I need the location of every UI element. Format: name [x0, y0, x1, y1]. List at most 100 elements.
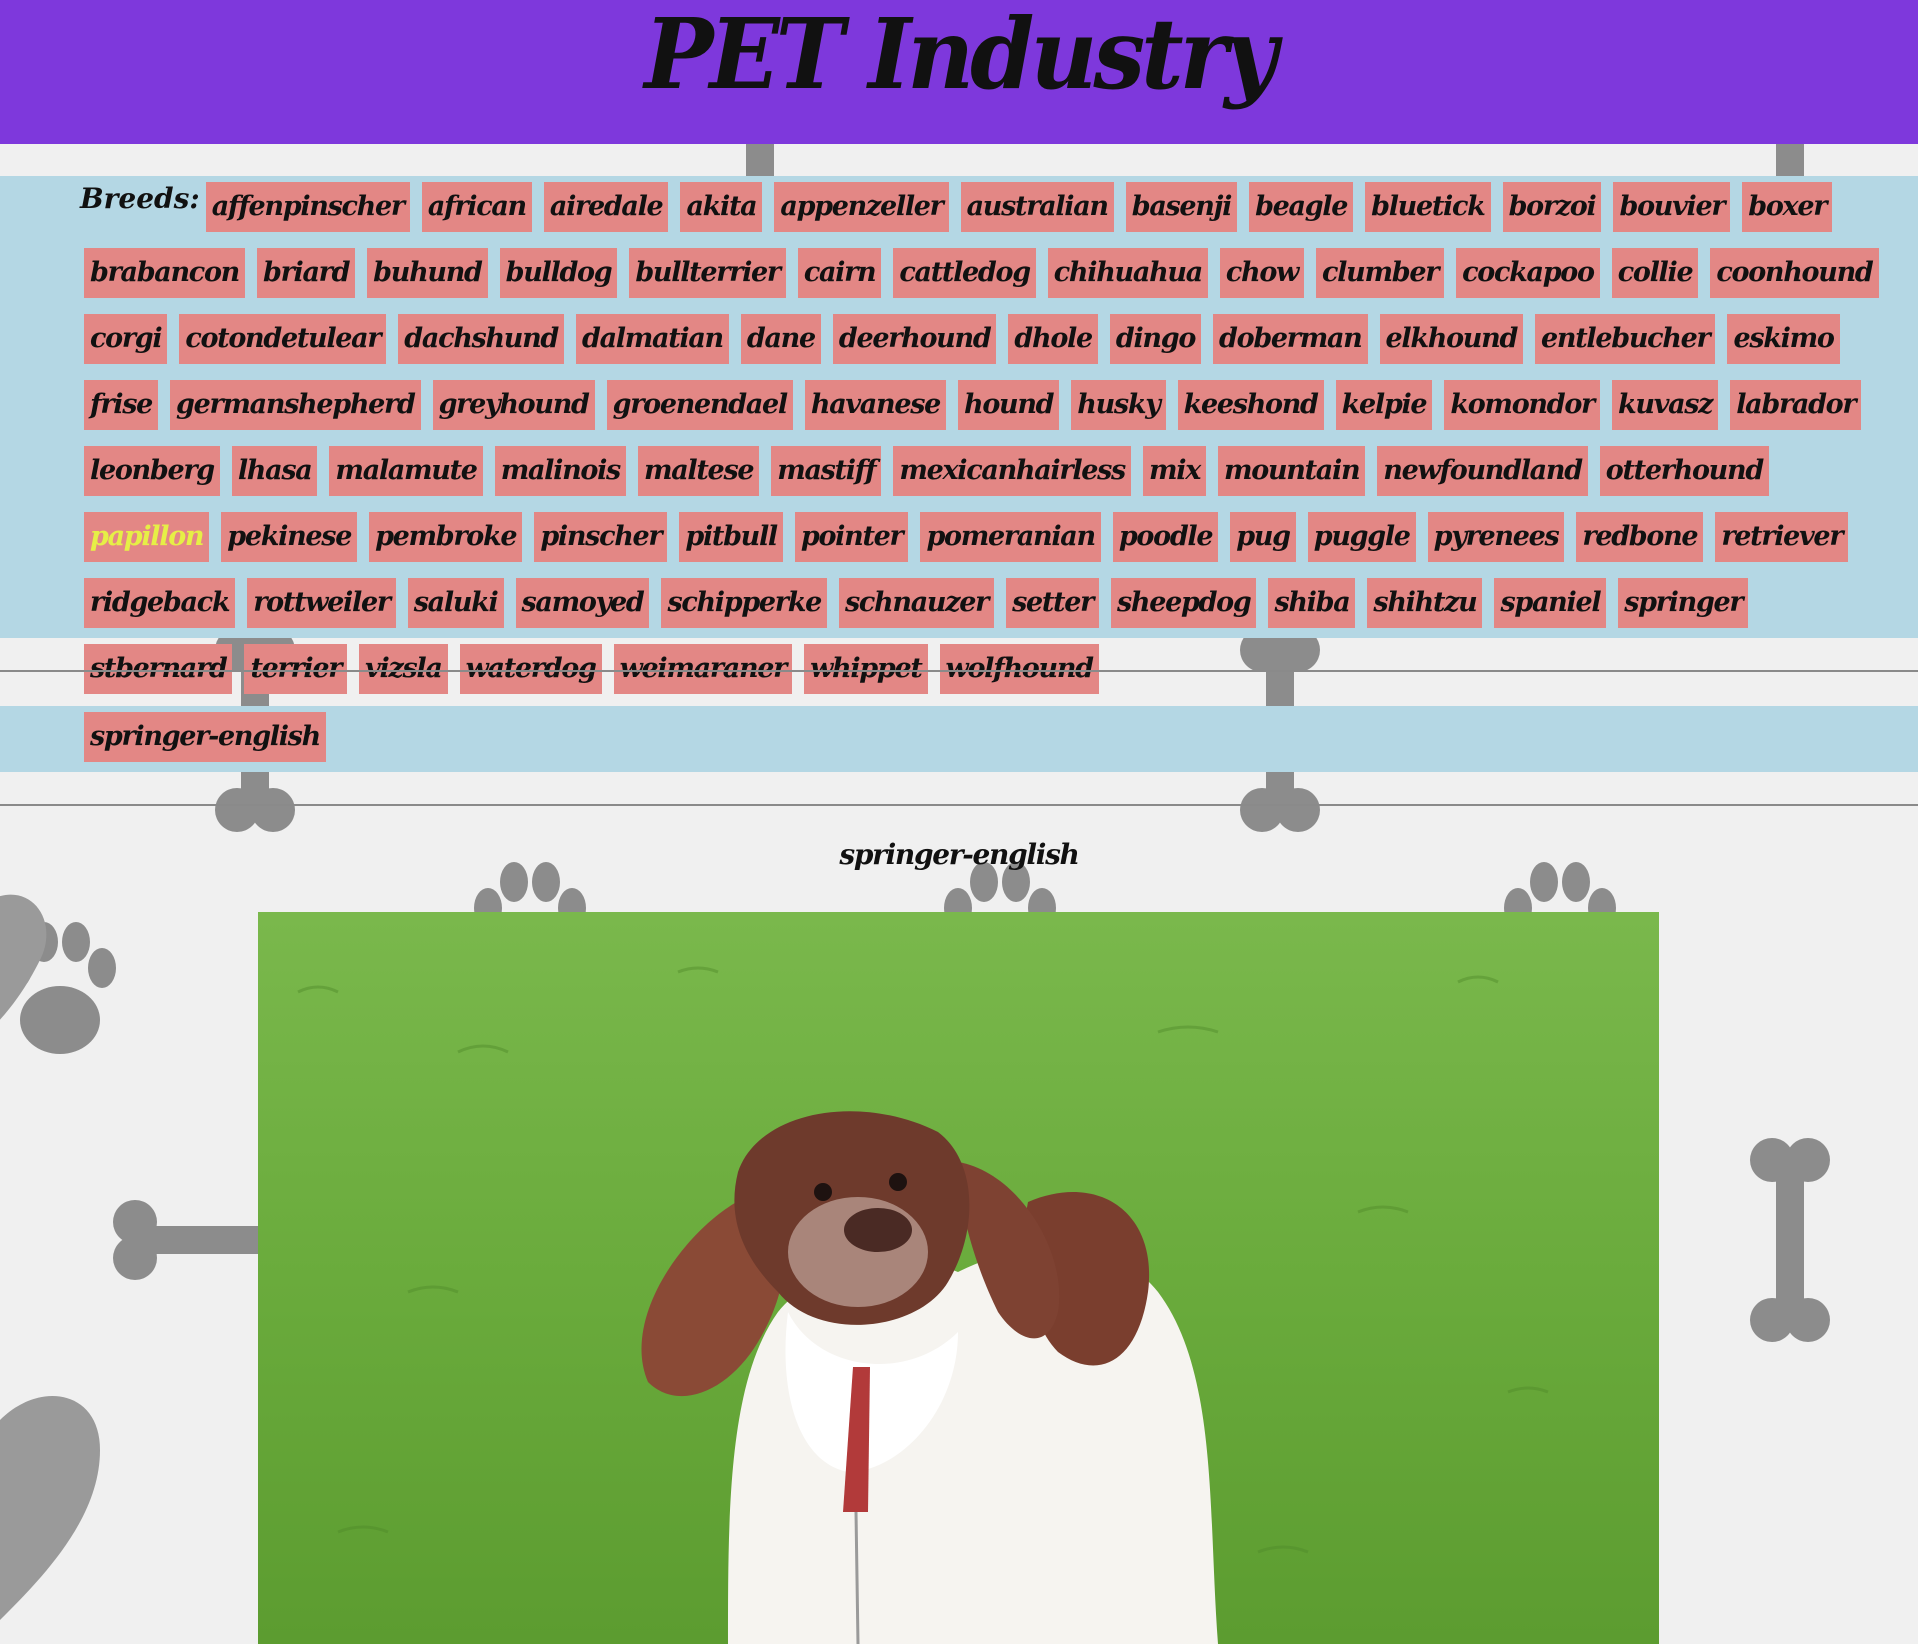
- breed-chip-akita[interactable]: akita: [680, 182, 763, 232]
- breed-chip-bluetick[interactable]: bluetick: [1365, 182, 1491, 232]
- breed-chip-keeshond[interactable]: keeshond: [1177, 380, 1324, 430]
- breed-chip-havanese[interactable]: havanese: [804, 380, 946, 430]
- breed-chip-pembroke[interactable]: pembroke: [369, 512, 523, 562]
- breed-chip-bouvier[interactable]: bouvier: [1613, 182, 1731, 232]
- breed-chip-chihuahua[interactable]: chihuahua: [1047, 248, 1208, 298]
- breed-chip-shiba[interactable]: shiba: [1268, 578, 1356, 628]
- breed-list: Breeds: affenpinscher african airedale akit…: [80, 182, 1894, 710]
- breed-chip-bullterrier[interactable]: bullterrier: [629, 248, 786, 298]
- breed-chip-pinscher[interactable]: pinscher: [534, 512, 668, 562]
- divider: [0, 670, 1918, 672]
- breeds-panel: Breeds: affenpinscher african airedale akit…: [0, 176, 1918, 694]
- breed-chip-groenendael[interactable]: groenendael: [606, 380, 793, 430]
- breed-chip-kelpie[interactable]: kelpie: [1335, 380, 1433, 430]
- breed-chip-cattledog[interactable]: cattledog: [893, 248, 1036, 298]
- breed-chip-dhole[interactable]: dhole: [1008, 314, 1098, 364]
- breed-chip-chow[interactable]: chow: [1219, 248, 1305, 298]
- breed-chip-maltese[interactable]: maltese: [637, 446, 760, 496]
- breed-chip-collie[interactable]: collie: [1611, 248, 1699, 298]
- breed-chip-vizsla[interactable]: vizsla: [359, 644, 448, 694]
- breed-chip-borzoi[interactable]: borzoi: [1502, 182, 1602, 232]
- breed-chip-frise[interactable]: frise: [84, 380, 158, 430]
- breed-chip-doberman[interactable]: doberman: [1213, 314, 1368, 364]
- breed-chip-deerhound[interactable]: deerhound: [832, 314, 997, 364]
- breed-chip-brabancon[interactable]: brabancon: [84, 248, 245, 298]
- breed-chip-springer[interactable]: springer: [1618, 578, 1749, 628]
- breed-chip-basenji[interactable]: basenji: [1125, 182, 1238, 232]
- breed-chip-hound[interactable]: hound: [957, 380, 1060, 430]
- breed-chip-rottweiler[interactable]: rottweiler: [247, 578, 396, 628]
- breed-chip-elkhound[interactable]: elkhound: [1379, 314, 1524, 364]
- breed-chip-waterdog[interactable]: waterdog: [459, 644, 602, 694]
- breed-chip-schnauzer[interactable]: schnauzer: [839, 578, 995, 628]
- sub-breed-chip-springer-english[interactable]: springer-english: [84, 712, 326, 762]
- breed-chip-stbernard[interactable]: stbernard: [84, 644, 233, 694]
- breed-chip-newfoundland[interactable]: newfoundland: [1377, 446, 1588, 496]
- breed-chip-lhasa[interactable]: lhasa: [231, 446, 318, 496]
- dog-photo: [258, 912, 1659, 1644]
- breed-chip-entlebucher[interactable]: entlebucher: [1535, 314, 1716, 364]
- breed-chip-mountain[interactable]: mountain: [1218, 446, 1366, 496]
- breed-chip-coonhound[interactable]: coonhound: [1710, 248, 1879, 298]
- divider: [0, 804, 1918, 806]
- breed-chip-dachshund[interactable]: dachshund: [398, 314, 565, 364]
- breed-chip-dalmatian[interactable]: dalmatian: [576, 314, 729, 364]
- breed-chip-eskimo[interactable]: eskimo: [1727, 314, 1840, 364]
- breed-chip-setter[interactable]: setter: [1006, 578, 1100, 628]
- breed-chip-germanshepherd[interactable]: germanshepherd: [169, 380, 421, 430]
- breed-chip-poodle[interactable]: poodle: [1112, 512, 1219, 562]
- breed-chip-pitbull[interactable]: pitbull: [679, 512, 783, 562]
- breed-chip-beagle[interactable]: beagle: [1249, 182, 1354, 232]
- breed-chip-bulldog[interactable]: bulldog: [499, 248, 618, 298]
- breed-chip-cairn[interactable]: cairn: [797, 248, 882, 298]
- breed-chip-malamute[interactable]: malamute: [329, 446, 483, 496]
- breed-chip-mastiff[interactable]: mastiff: [771, 446, 882, 496]
- breed-chip-buhund[interactable]: buhund: [367, 248, 488, 298]
- breed-chip-terrier[interactable]: terrier: [244, 644, 348, 694]
- breed-chip-papillon[interactable]: papillon: [84, 512, 210, 562]
- breed-chip-schipperke[interactable]: schipperke: [661, 578, 828, 628]
- breed-chip-komondor[interactable]: komondor: [1444, 380, 1600, 430]
- breed-chip-shihtzu[interactable]: shihtzu: [1367, 578, 1483, 628]
- breed-chip-leonberg[interactable]: leonberg: [84, 446, 220, 496]
- breed-chip-malinois[interactable]: malinois: [494, 446, 626, 496]
- breed-chip-greyhound[interactable]: greyhound: [432, 380, 595, 430]
- breed-chip-weimaraner[interactable]: weimaraner: [613, 644, 793, 694]
- breed-chip-wolfhound[interactable]: wolfhound: [939, 644, 1099, 694]
- breed-chip-corgi[interactable]: corgi: [84, 314, 168, 364]
- breed-chip-whippet[interactable]: whippet: [804, 644, 928, 694]
- breed-chip-appenzeller[interactable]: appenzeller: [774, 182, 949, 232]
- breed-chip-briard[interactable]: briard: [256, 248, 356, 298]
- breed-chip-ridgeback[interactable]: ridgeback: [84, 578, 236, 628]
- breed-chip-pug[interactable]: pug: [1230, 512, 1296, 562]
- breed-chip-african[interactable]: african: [421, 182, 532, 232]
- breed-chip-labrador[interactable]: labrador: [1730, 380, 1862, 430]
- breed-chip-husky[interactable]: husky: [1071, 380, 1166, 430]
- breed-chip-kuvasz[interactable]: kuvasz: [1611, 380, 1719, 430]
- breed-chip-spaniel[interactable]: spaniel: [1494, 578, 1607, 628]
- breed-chip-cotondetulear[interactable]: cotondetulear: [179, 314, 387, 364]
- breed-chip-boxer[interactable]: boxer: [1742, 182, 1833, 232]
- breed-chip-pyrenees[interactable]: pyrenees: [1427, 512, 1565, 562]
- breed-chip-clumber[interactable]: clumber: [1316, 248, 1445, 298]
- sub-breed-list: springer-english: [84, 712, 1894, 778]
- breed-chip-australian[interactable]: australian: [960, 182, 1114, 232]
- breed-chip-sheepdog[interactable]: sheepdog: [1111, 578, 1257, 628]
- sub-breeds-panel: springer-english: [0, 706, 1918, 772]
- breed-chip-mexicanhairless[interactable]: mexicanhairless: [893, 446, 1131, 496]
- breed-chip-redbone[interactable]: redbone: [1576, 512, 1704, 562]
- breed-chip-saluki[interactable]: saluki: [407, 578, 504, 628]
- breed-chip-pointer[interactable]: pointer: [794, 512, 909, 562]
- breed-chip-mix[interactable]: mix: [1142, 446, 1206, 496]
- breed-chip-airedale[interactable]: airedale: [543, 182, 669, 232]
- breed-chip-cockapoo[interactable]: cockapoo: [1456, 248, 1600, 298]
- breed-chip-pomeranian[interactable]: pomeranian: [920, 512, 1101, 562]
- breed-chip-retriever[interactable]: retriever: [1715, 512, 1849, 562]
- breed-chip-puggle[interactable]: puggle: [1307, 512, 1416, 562]
- breed-chip-otterhound[interactable]: otterhound: [1599, 446, 1769, 496]
- breed-chip-affenpinscher[interactable]: affenpinscher: [205, 182, 410, 232]
- breed-chip-samoyed[interactable]: samoyed: [515, 578, 650, 628]
- breed-chip-pekinese[interactable]: pekinese: [221, 512, 358, 562]
- breed-chip-dingo[interactable]: dingo: [1109, 314, 1202, 364]
- breed-chip-dane[interactable]: dane: [740, 314, 821, 364]
